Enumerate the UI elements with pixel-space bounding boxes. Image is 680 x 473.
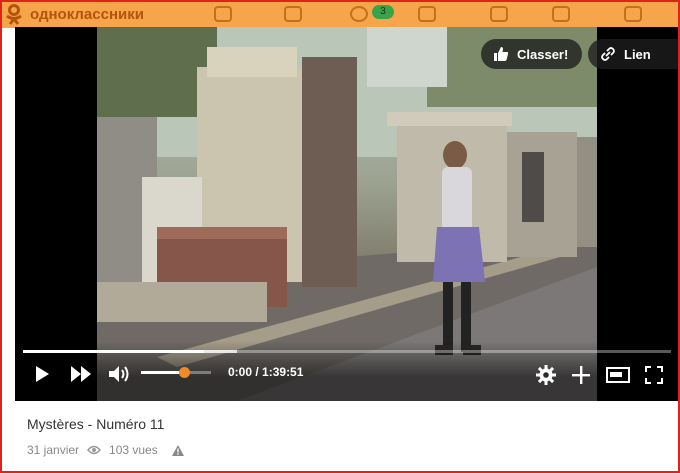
play-icon[interactable] <box>33 365 51 383</box>
duration: 1:39:51 <box>262 365 304 379</box>
settings-icon[interactable] <box>536 365 556 385</box>
progress-played <box>23 350 205 353</box>
publish-date: 31 janvier <box>27 443 80 457</box>
like-label: Classer! <box>517 46 569 62</box>
progress-bar[interactable] <box>23 350 671 353</box>
volume-slider[interactable] <box>141 367 211 378</box>
link-label: Lien <box>624 46 651 62</box>
thumbs-up-icon <box>494 47 509 61</box>
video-meta: 31 janvier 103 vues <box>27 443 184 457</box>
video-info-panel: Mystères - Numéro 11 31 janvier 103 vues <box>15 401 678 471</box>
link-icon <box>601 47 615 61</box>
fullscreen-icon[interactable] <box>645 366 663 384</box>
time-display: 0:00 / 1:39:51 <box>228 365 303 379</box>
video-player[interactable]: Classer! Lien 0:00 / 1:39:51 <box>15 27 678 401</box>
volume-icon[interactable] <box>108 364 130 384</box>
eye-icon <box>87 445 101 455</box>
player-controls: 0:00 / 1:39:51 <box>15 341 678 401</box>
plus-icon[interactable] <box>572 366 590 384</box>
next-icon[interactable] <box>70 365 92 383</box>
warning-icon[interactable] <box>171 444 184 456</box>
view-count: 103 vues <box>109 443 158 457</box>
link-button[interactable]: Lien <box>588 39 678 69</box>
like-button[interactable]: Classer! <box>481 39 583 69</box>
video-title: Mystères - Numéro 11 <box>27 416 165 432</box>
current-time: 0:00 <box>228 365 253 379</box>
volume-level <box>141 371 185 374</box>
time-separator: / <box>252 365 263 379</box>
miniplayer-icon[interactable] <box>606 367 630 383</box>
volume-handle[interactable] <box>179 367 191 378</box>
